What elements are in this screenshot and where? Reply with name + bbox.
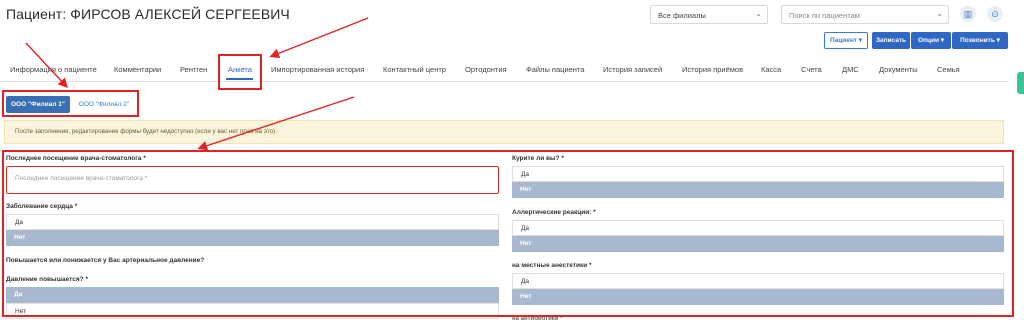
branch-filter-value: Все филиалы — [658, 11, 706, 20]
call-menu-button[interactable]: Позвонить ▾ — [952, 32, 1008, 49]
tab-documents[interactable]: Документы — [879, 65, 918, 74]
form-notice: После заполнения, редактирование формы б… — [4, 120, 1004, 144]
annotation-box-questionnaire-tab — [218, 54, 262, 90]
tab-insurance[interactable]: ДМС — [842, 65, 859, 74]
patient-tabs: Информация о пациенте Комментарии Рентге… — [0, 58, 1008, 82]
annotation-box-form — [2, 150, 1014, 317]
tab-family[interactable]: Семья — [937, 65, 960, 74]
record-button[interactable]: Записать — [872, 32, 910, 49]
tab-xray[interactable]: Рентген — [180, 65, 207, 74]
tab-invoices[interactable]: Счета — [801, 65, 822, 74]
chevron-down-icon: ⌄ — [755, 9, 762, 18]
patient-search-placeholder: Поиск по пациентам — [789, 11, 860, 20]
annotation-box-branches — [2, 90, 139, 117]
arrow-to-tab — [269, 17, 369, 58]
tab-patient-info[interactable]: Информация о пациенте — [10, 65, 97, 74]
settings-icon[interactable]: ⊙ — [987, 6, 1003, 22]
tab-contact-center[interactable]: Контактный центр — [383, 65, 446, 74]
tab-comments[interactable]: Комментарии — [114, 65, 161, 74]
options-menu-button[interactable]: Опции ▾ — [911, 32, 951, 49]
columns-icon[interactable]: ▥ — [960, 6, 976, 22]
patient-menu-button[interactable]: Пациент ▾ — [824, 32, 868, 49]
branch-filter-select[interactable]: Все филиалы ⌄ — [650, 5, 768, 24]
tab-cashbox[interactable]: Касса — [761, 65, 781, 74]
chevron-down-icon: ⌄ — [936, 9, 943, 18]
side-panel-handle[interactable] — [1017, 72, 1024, 94]
tab-imported-history[interactable]: Импортированная история — [271, 65, 364, 74]
patient-search-select[interactable]: Поиск по пациентам ⌄ — [781, 5, 949, 24]
page-title: Пациент: ФИРСОВ АЛЕКСЕЙ СЕРГЕЕВИЧ — [6, 6, 290, 22]
tab-record-history[interactable]: История записей — [603, 65, 662, 74]
tab-patient-files[interactable]: Файлы пациента — [526, 65, 584, 74]
tab-orthodontics[interactable]: Ортодонтия — [465, 65, 507, 74]
tab-visit-history[interactable]: История приёмов — [682, 65, 743, 74]
